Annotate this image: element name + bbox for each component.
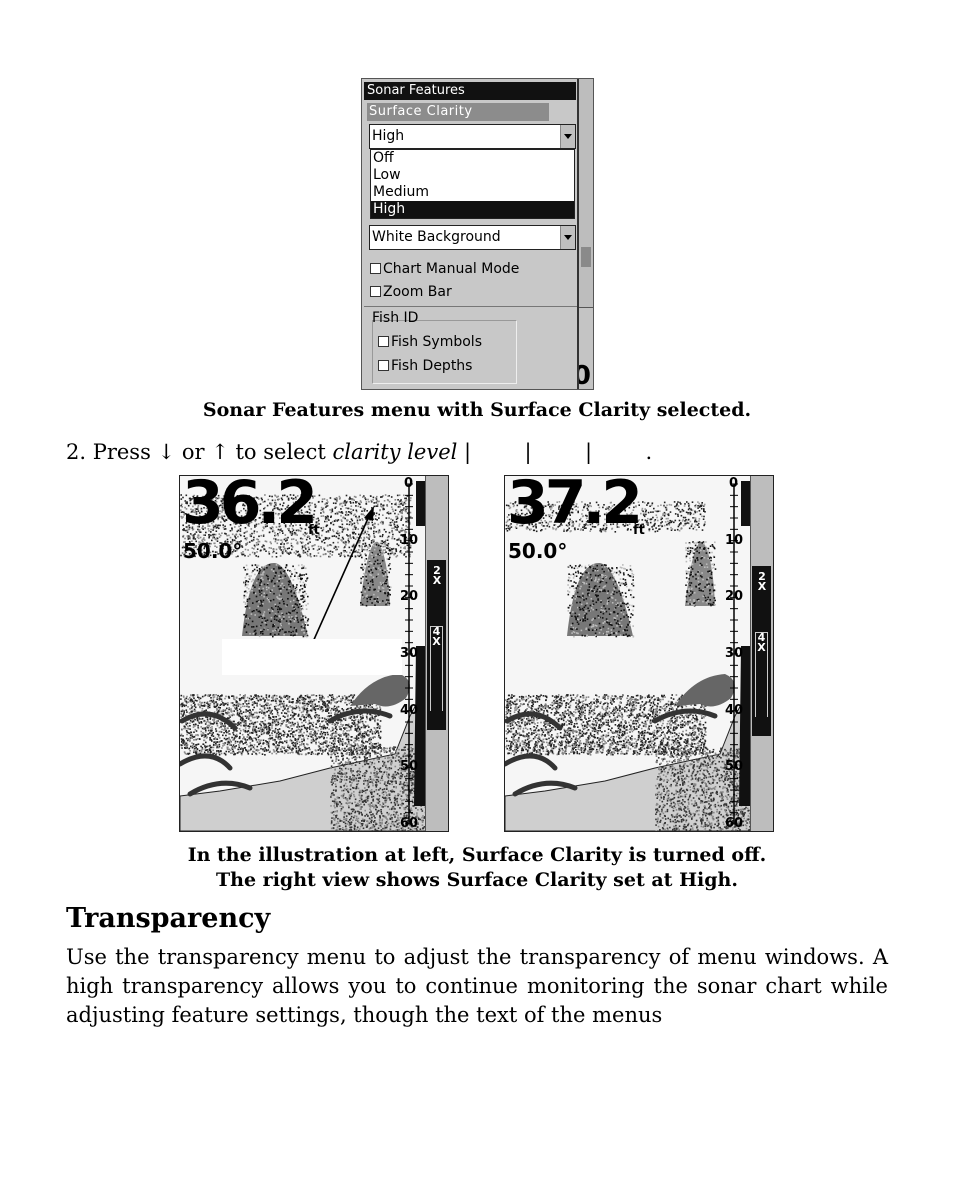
depth-unit: ft bbox=[633, 523, 645, 538]
option-low[interactable]: Low bbox=[371, 167, 574, 184]
chart-manual-mode-checkbox[interactable]: Chart Manual Mode bbox=[370, 259, 519, 279]
checkbox-icon[interactable] bbox=[378, 360, 389, 371]
step-italic: clarity level bbox=[332, 440, 458, 464]
zoom-bar[interactable]: 2 X 4 X bbox=[427, 560, 446, 730]
zoom-4x-label: 4 X bbox=[755, 632, 768, 717]
checkbox-label: Zoom Bar bbox=[383, 284, 452, 300]
illustration-caption: In the illustration at left, Surface Cla… bbox=[0, 843, 954, 893]
caption-line: The right view shows Surface Clarity set… bbox=[216, 869, 738, 891]
fish-school bbox=[360, 541, 392, 607]
thermocline-band bbox=[505, 694, 707, 756]
zoom-4x-label: 4 X bbox=[430, 626, 443, 711]
dropdown-arrow-icon[interactable] bbox=[560, 125, 575, 148]
checkbox-label: Fish Depths bbox=[391, 358, 473, 374]
menu-panel: Sonar Features Surface Clarity High Off … bbox=[362, 79, 579, 389]
depth-tick-label: 10 bbox=[725, 532, 744, 548]
depth-tick-label: 50 bbox=[725, 759, 744, 775]
bait-school bbox=[242, 562, 310, 638]
menu-scrollbar[interactable] bbox=[577, 79, 593, 308]
depth-unit: ft bbox=[308, 523, 320, 538]
menu-caption: Sonar Features menu with Surface Clarity… bbox=[202, 399, 752, 421]
option-medium[interactable]: Medium bbox=[371, 184, 574, 201]
thermocline-band bbox=[180, 694, 382, 756]
surface-clarity-value: High bbox=[372, 128, 405, 144]
bait-school bbox=[567, 562, 635, 638]
checkbox-icon[interactable] bbox=[370, 263, 381, 274]
water-temperature: 50.0° bbox=[183, 539, 243, 563]
fish-school bbox=[685, 541, 717, 607]
section-heading: Transparency bbox=[66, 903, 271, 934]
checkbox-label: Chart Manual Mode bbox=[383, 261, 520, 277]
zoom-2x-label: 2 X bbox=[432, 564, 442, 587]
depth-tick-label: 40 bbox=[725, 702, 744, 718]
structure bbox=[350, 674, 410, 707]
body-paragraph: Use the transparency menu to adjust the … bbox=[66, 945, 888, 1027]
sonar-features-menu-screenshot: 60 Sonar Features Surface Clarity High O… bbox=[361, 78, 594, 390]
blank-label-box bbox=[222, 639, 402, 675]
zoom-bar-checkbox[interactable]: Zoom Bar bbox=[370, 282, 452, 302]
option-off[interactable]: Off bbox=[371, 150, 574, 167]
step-instruction: 2. Press ↓ or ↑ to select clarity level … bbox=[66, 440, 652, 464]
surface-clarity-dropdown[interactable]: High bbox=[369, 124, 576, 149]
fish-symbols-checkbox[interactable]: Fish Symbols bbox=[378, 332, 482, 352]
depth-tick-label: 10 bbox=[400, 532, 419, 548]
fish-depths-checkbox[interactable]: Fish Depths bbox=[378, 356, 472, 376]
step-text: or bbox=[175, 440, 212, 464]
water-temperature: 50.0° bbox=[508, 539, 568, 563]
surface-clarity-options: Off Low Medium High bbox=[370, 149, 575, 219]
depth-tick-label: 30 bbox=[725, 646, 744, 661]
structure bbox=[675, 674, 735, 707]
depth-tick-label: 50 bbox=[400, 759, 419, 775]
zoom-sidebar: 2 X 4 X bbox=[750, 476, 773, 831]
depth-tick-label: 0 bbox=[729, 476, 739, 491]
checkbox-label: Fish Symbols bbox=[391, 334, 482, 350]
zoom-sidebar: 2 X 4 X bbox=[425, 476, 448, 831]
option-high[interactable]: High bbox=[371, 201, 574, 218]
divider bbox=[364, 306, 577, 307]
surface-clarity-label: Surface Clarity bbox=[367, 103, 549, 121]
checkbox-icon[interactable] bbox=[370, 286, 381, 297]
menu-title: Sonar Features bbox=[364, 82, 576, 100]
scrollbar-thumb[interactable] bbox=[581, 247, 591, 267]
sonar-screen-off: 0 10 20 30 40 50 60 36.2 ft 50.0° 2 X 4 X bbox=[179, 475, 449, 832]
depth-tick-label: 60 bbox=[400, 816, 419, 831]
depth-tick-label: 30 bbox=[400, 646, 419, 661]
chart-mode-value: White Background bbox=[372, 229, 501, 245]
caption-line: In the illustration at left, Surface Cla… bbox=[187, 844, 767, 866]
checkbox-icon[interactable] bbox=[378, 336, 389, 347]
dropdown-arrow-icon[interactable] bbox=[560, 226, 575, 249]
fish-arch bbox=[505, 753, 558, 771]
depth-readout: 36.2 bbox=[182, 475, 318, 538]
depth-readout: 37.2 bbox=[507, 475, 643, 538]
zoom-bar[interactable]: 2 X 4 X bbox=[752, 566, 771, 736]
depth-tick-label: 40 bbox=[400, 702, 419, 718]
step-text: | | | . bbox=[457, 440, 653, 464]
down-arrow-icon: ↓ bbox=[157, 440, 176, 464]
fish-id-label: Fish ID bbox=[372, 310, 419, 326]
depth-tick-label: 20 bbox=[400, 589, 419, 605]
step-text: 2. Press bbox=[66, 440, 158, 464]
up-arrow-icon: ↑ bbox=[211, 440, 229, 464]
chart-mode-dropdown[interactable]: White Background bbox=[369, 225, 576, 250]
sonar-screen-high: 0 10 20 30 40 50 60 37.2 ft 50.0° 2 X 4 X bbox=[504, 475, 774, 832]
step-text: to select bbox=[228, 440, 333, 464]
zoom-2x-label: 2 X bbox=[757, 570, 767, 593]
depth-tick-label: 60 bbox=[725, 816, 744, 831]
depth-tick-label: 0 bbox=[404, 476, 414, 491]
depth-tick-label: 20 bbox=[725, 589, 744, 605]
fish-arch bbox=[180, 753, 233, 771]
